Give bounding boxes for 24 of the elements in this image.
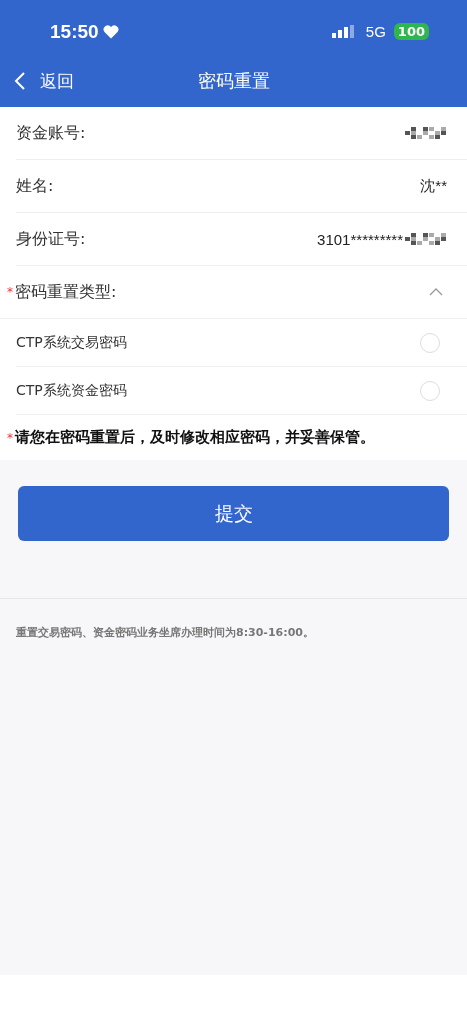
- network-label: 5G: [365, 23, 386, 40]
- field-value: 3101*********: [317, 230, 403, 248]
- required-mark: *: [7, 285, 13, 299]
- status-time: 15:50: [50, 20, 99, 43]
- field-label: 资金账号:: [16, 122, 86, 144]
- heart-icon: [102, 24, 119, 39]
- battery-indicator: 100: [393, 23, 429, 40]
- footer-note: 重置交易密码、资金密码业务坐席办理时间为8:30-16:00。: [16, 625, 315, 640]
- redacted-mosaic-drawing: [405, 126, 447, 140]
- redacted-mosaic-drawing: [405, 232, 447, 246]
- notice-text: 请您在密码重置后，及时修改相应密码，并妥善保管。: [15, 428, 375, 447]
- field-label: 身份证号:: [16, 228, 86, 250]
- field-label: 姓名:: [16, 175, 54, 197]
- field-value: 沈**: [420, 176, 447, 196]
- required-mark: *: [7, 430, 13, 445]
- radio-option[interactable]: CTP系统交易密码: [16, 319, 467, 367]
- back-button[interactable]: 返回: [14, 69, 74, 93]
- reset-type-header[interactable]: *密码重置类型:: [0, 266, 467, 319]
- field-label: 密码重置类型:: [15, 281, 117, 303]
- page-title: 密码重置: [197, 69, 270, 93]
- signal-icon: [331, 24, 356, 39]
- submit-button[interactable]: 提交: [18, 486, 449, 541]
- radio-option[interactable]: CTP系统资金密码: [16, 367, 467, 415]
- back-icon: [14, 71, 26, 91]
